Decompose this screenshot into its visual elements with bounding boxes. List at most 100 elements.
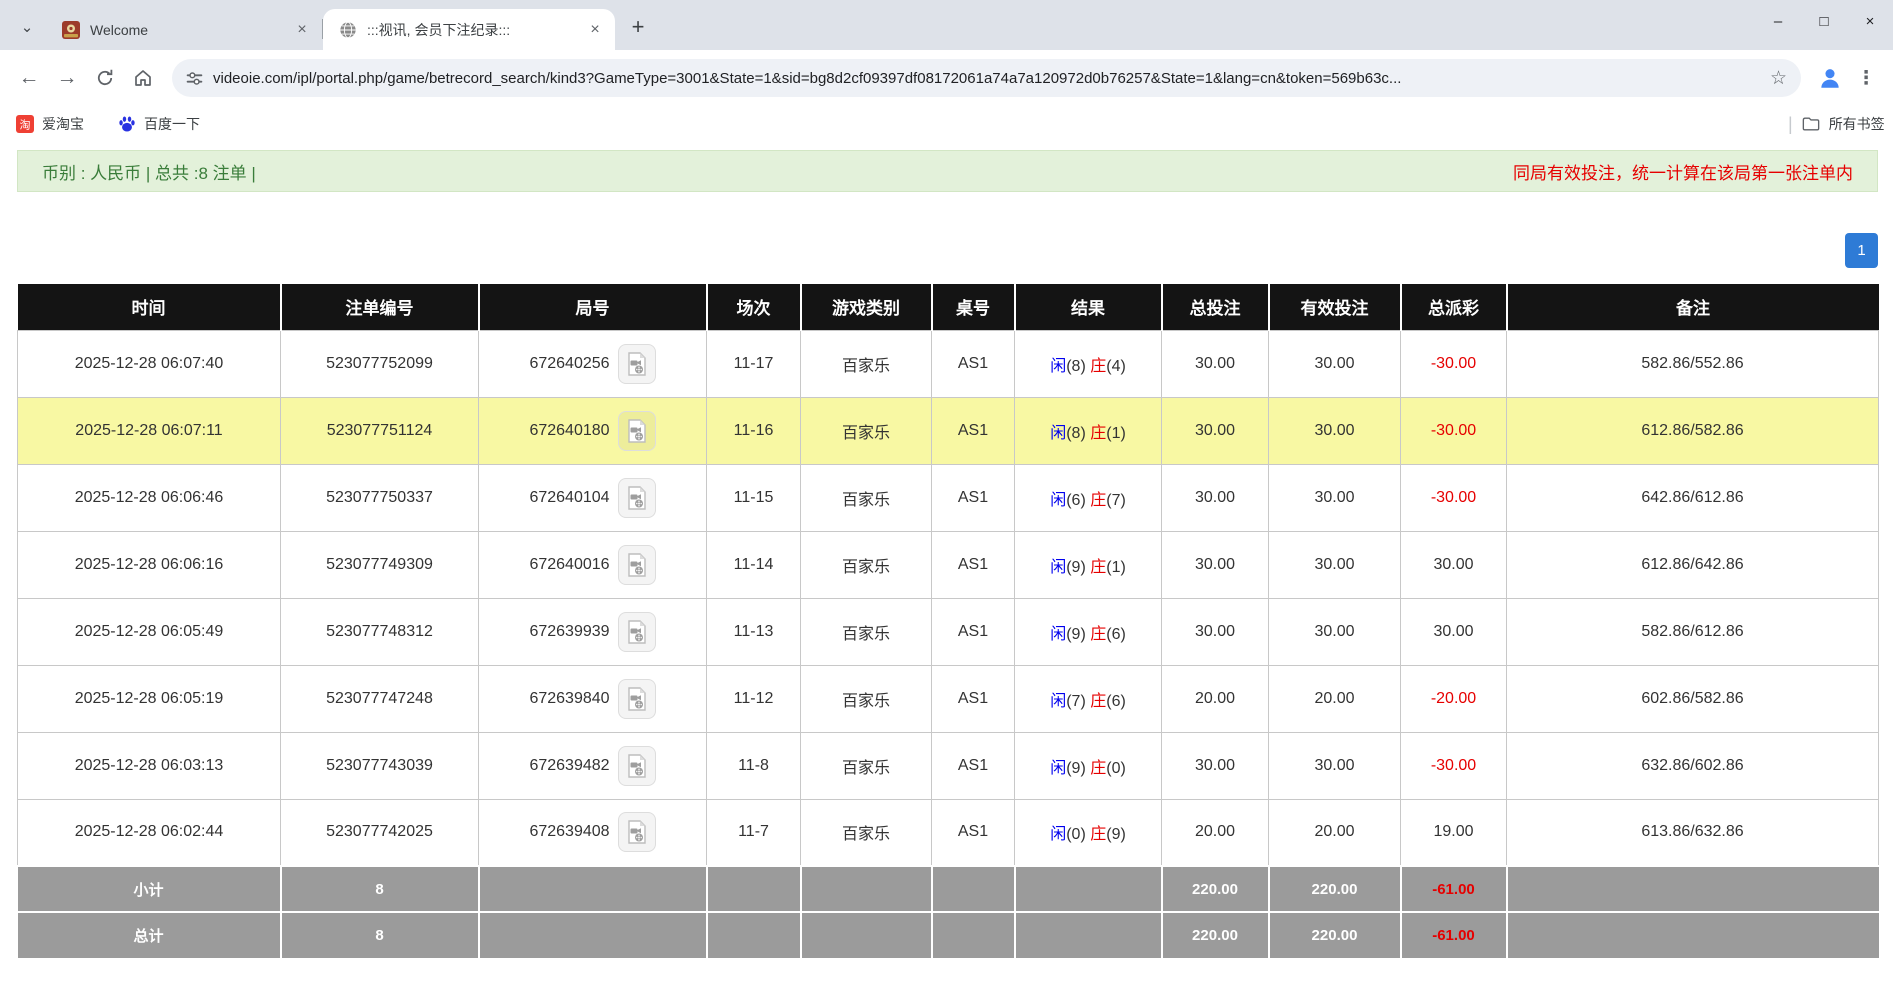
browser-window: ⌄ Welcome × :::视讯, 会员下注纪录::: × + – □ × ←	[0, 0, 1893, 984]
bet-id-cell: 523077751124	[281, 397, 479, 464]
close-tab-icon[interactable]: ×	[292, 20, 312, 40]
bookmark-baidu[interactable]: 百度一下	[118, 114, 200, 134]
bet-id-cell: 523077747248	[281, 665, 479, 732]
subtotal-valid-bet: 220.00	[1269, 866, 1401, 912]
bookmark-taobao[interactable]: 淘 爱淘宝	[16, 114, 84, 134]
folder-icon	[1802, 116, 1820, 132]
round-number: 672639840	[529, 690, 609, 707]
bookmark-label: 爱淘宝	[42, 114, 84, 134]
time-cell: 2025-12-28 06:06:46	[18, 464, 281, 531]
payout-cell: -20.00	[1401, 665, 1507, 732]
url-bar[interactable]: videoie.com/ipl/portal.php/game/betrecor…	[172, 59, 1801, 97]
subtotal-count: 8	[281, 866, 479, 912]
video-replay-button[interactable]	[618, 612, 656, 652]
close-tab-icon[interactable]: ×	[585, 20, 605, 40]
empty-cell	[707, 912, 801, 958]
total-bet-cell: 30.00	[1162, 732, 1269, 799]
round-number: 672639939	[529, 623, 609, 640]
round-cell: 672640016	[479, 531, 707, 598]
header-session: 场次	[707, 284, 801, 330]
total-payout: -61.00	[1401, 912, 1507, 958]
tab-welcome[interactable]: Welcome ×	[46, 9, 322, 50]
time-cell: 2025-12-28 06:03:13	[18, 732, 281, 799]
globe-favicon-icon	[339, 21, 357, 39]
browser-menu-button[interactable]: ⋮	[1849, 67, 1883, 90]
header-round: 局号	[479, 284, 707, 330]
result-cell: 闲(9) 庄(6)	[1015, 598, 1162, 665]
header-total-bet: 总投注	[1162, 284, 1269, 330]
result-cell: 闲(8) 庄(4)	[1015, 330, 1162, 397]
video-replay-button[interactable]	[618, 812, 656, 852]
valid-bet-cell: 30.00	[1269, 732, 1401, 799]
video-replay-button[interactable]	[618, 411, 656, 451]
site-settings-icon[interactable]	[186, 70, 203, 87]
payout-cell: -30.00	[1401, 397, 1507, 464]
new-tab-button[interactable]: +	[623, 12, 653, 42]
tab-search-button[interactable]: ⌄	[12, 12, 42, 42]
result-cell: 闲(6) 庄(7)	[1015, 464, 1162, 531]
table-no-cell: AS1	[932, 330, 1015, 397]
payout-cell: 30.00	[1401, 531, 1507, 598]
result-cell: 闲(8) 庄(1)	[1015, 397, 1162, 464]
player-result-label: 闲	[1050, 358, 1066, 375]
video-replay-button[interactable]	[618, 746, 656, 786]
round-cell: 672640180	[479, 397, 707, 464]
remark-cell: 632.86/602.86	[1507, 732, 1879, 799]
video-file-icon	[627, 820, 647, 844]
total-total-bet: 220.00	[1162, 912, 1269, 958]
bet-row: 2025-12-28 06:06:16523077749309672640016…	[18, 531, 1879, 598]
bet-id-cell: 523077750337	[281, 464, 479, 531]
header-result: 结果	[1015, 284, 1162, 330]
profile-avatar[interactable]	[1811, 59, 1849, 97]
banker-result-label: 庄	[1090, 760, 1106, 777]
round-number: 672640104	[529, 489, 609, 506]
remark-cell: 602.86/582.86	[1507, 665, 1879, 732]
remark-cell: 582.86/612.86	[1507, 598, 1879, 665]
forward-button[interactable]: →	[48, 59, 86, 97]
header-table-no: 桌号	[932, 284, 1015, 330]
reload-button[interactable]	[86, 59, 124, 97]
time-cell: 2025-12-28 06:05:19	[18, 665, 281, 732]
session-cell: 11-14	[707, 531, 801, 598]
bookmark-star-icon[interactable]: ☆	[1770, 67, 1787, 90]
empty-cell	[1015, 912, 1162, 958]
result-cell: 闲(9) 庄(0)	[1015, 732, 1162, 799]
game-type-cell: 百家乐	[801, 397, 932, 464]
home-button[interactable]	[124, 59, 162, 97]
summary-bar: 币别 : 人民币 | 总共 :8 注单 | 同局有效投注，统一计算在该局第一张注…	[17, 150, 1878, 192]
tab-bet-record[interactable]: :::视讯, 会员下注纪录::: ×	[323, 9, 615, 50]
all-bookmarks-label: 所有书签	[1829, 114, 1885, 134]
round-cell: 672639840	[479, 665, 707, 732]
table-no-cell: AS1	[932, 464, 1015, 531]
all-bookmarks[interactable]: | 所有书签	[1788, 106, 1893, 142]
minimize-button[interactable]: –	[1755, 0, 1801, 42]
table-no-cell: AS1	[932, 799, 1015, 866]
table-no-cell: AS1	[932, 665, 1015, 732]
video-replay-button[interactable]	[618, 344, 656, 384]
round-cell: 672639939	[479, 598, 707, 665]
valid-bet-cell: 30.00	[1269, 330, 1401, 397]
game-type-cell: 百家乐	[801, 665, 932, 732]
maximize-button[interactable]: □	[1801, 0, 1847, 42]
valid-bet-cell: 20.00	[1269, 665, 1401, 732]
payout-cell: -30.00	[1401, 732, 1507, 799]
header-time: 时间	[18, 284, 281, 330]
valid-bet-cell: 30.00	[1269, 531, 1401, 598]
video-replay-button[interactable]	[618, 478, 656, 518]
browser-toolbar: ← → videoie.com/ipl/portal.php/game/betr…	[0, 50, 1893, 106]
total-bet-cell: 30.00	[1162, 598, 1269, 665]
player-result-label: 闲	[1050, 626, 1066, 643]
total-bet-cell: 20.00	[1162, 665, 1269, 732]
close-window-button[interactable]: ×	[1847, 0, 1893, 42]
video-replay-button[interactable]	[618, 679, 656, 719]
back-button[interactable]: ←	[10, 59, 48, 97]
page-1-button[interactable]: 1	[1845, 233, 1878, 268]
total-bet-cell: 30.00	[1162, 531, 1269, 598]
bookmark-label: 百度一下	[144, 114, 200, 134]
baidu-paw-icon	[118, 115, 136, 133]
video-file-icon	[627, 620, 647, 644]
bet-id-cell: 523077749309	[281, 531, 479, 598]
video-replay-button[interactable]	[618, 545, 656, 585]
url-text[interactable]: videoie.com/ipl/portal.php/game/betrecor…	[213, 70, 1760, 87]
bet-row: 2025-12-28 06:07:11523077751124672640180…	[18, 397, 1879, 464]
